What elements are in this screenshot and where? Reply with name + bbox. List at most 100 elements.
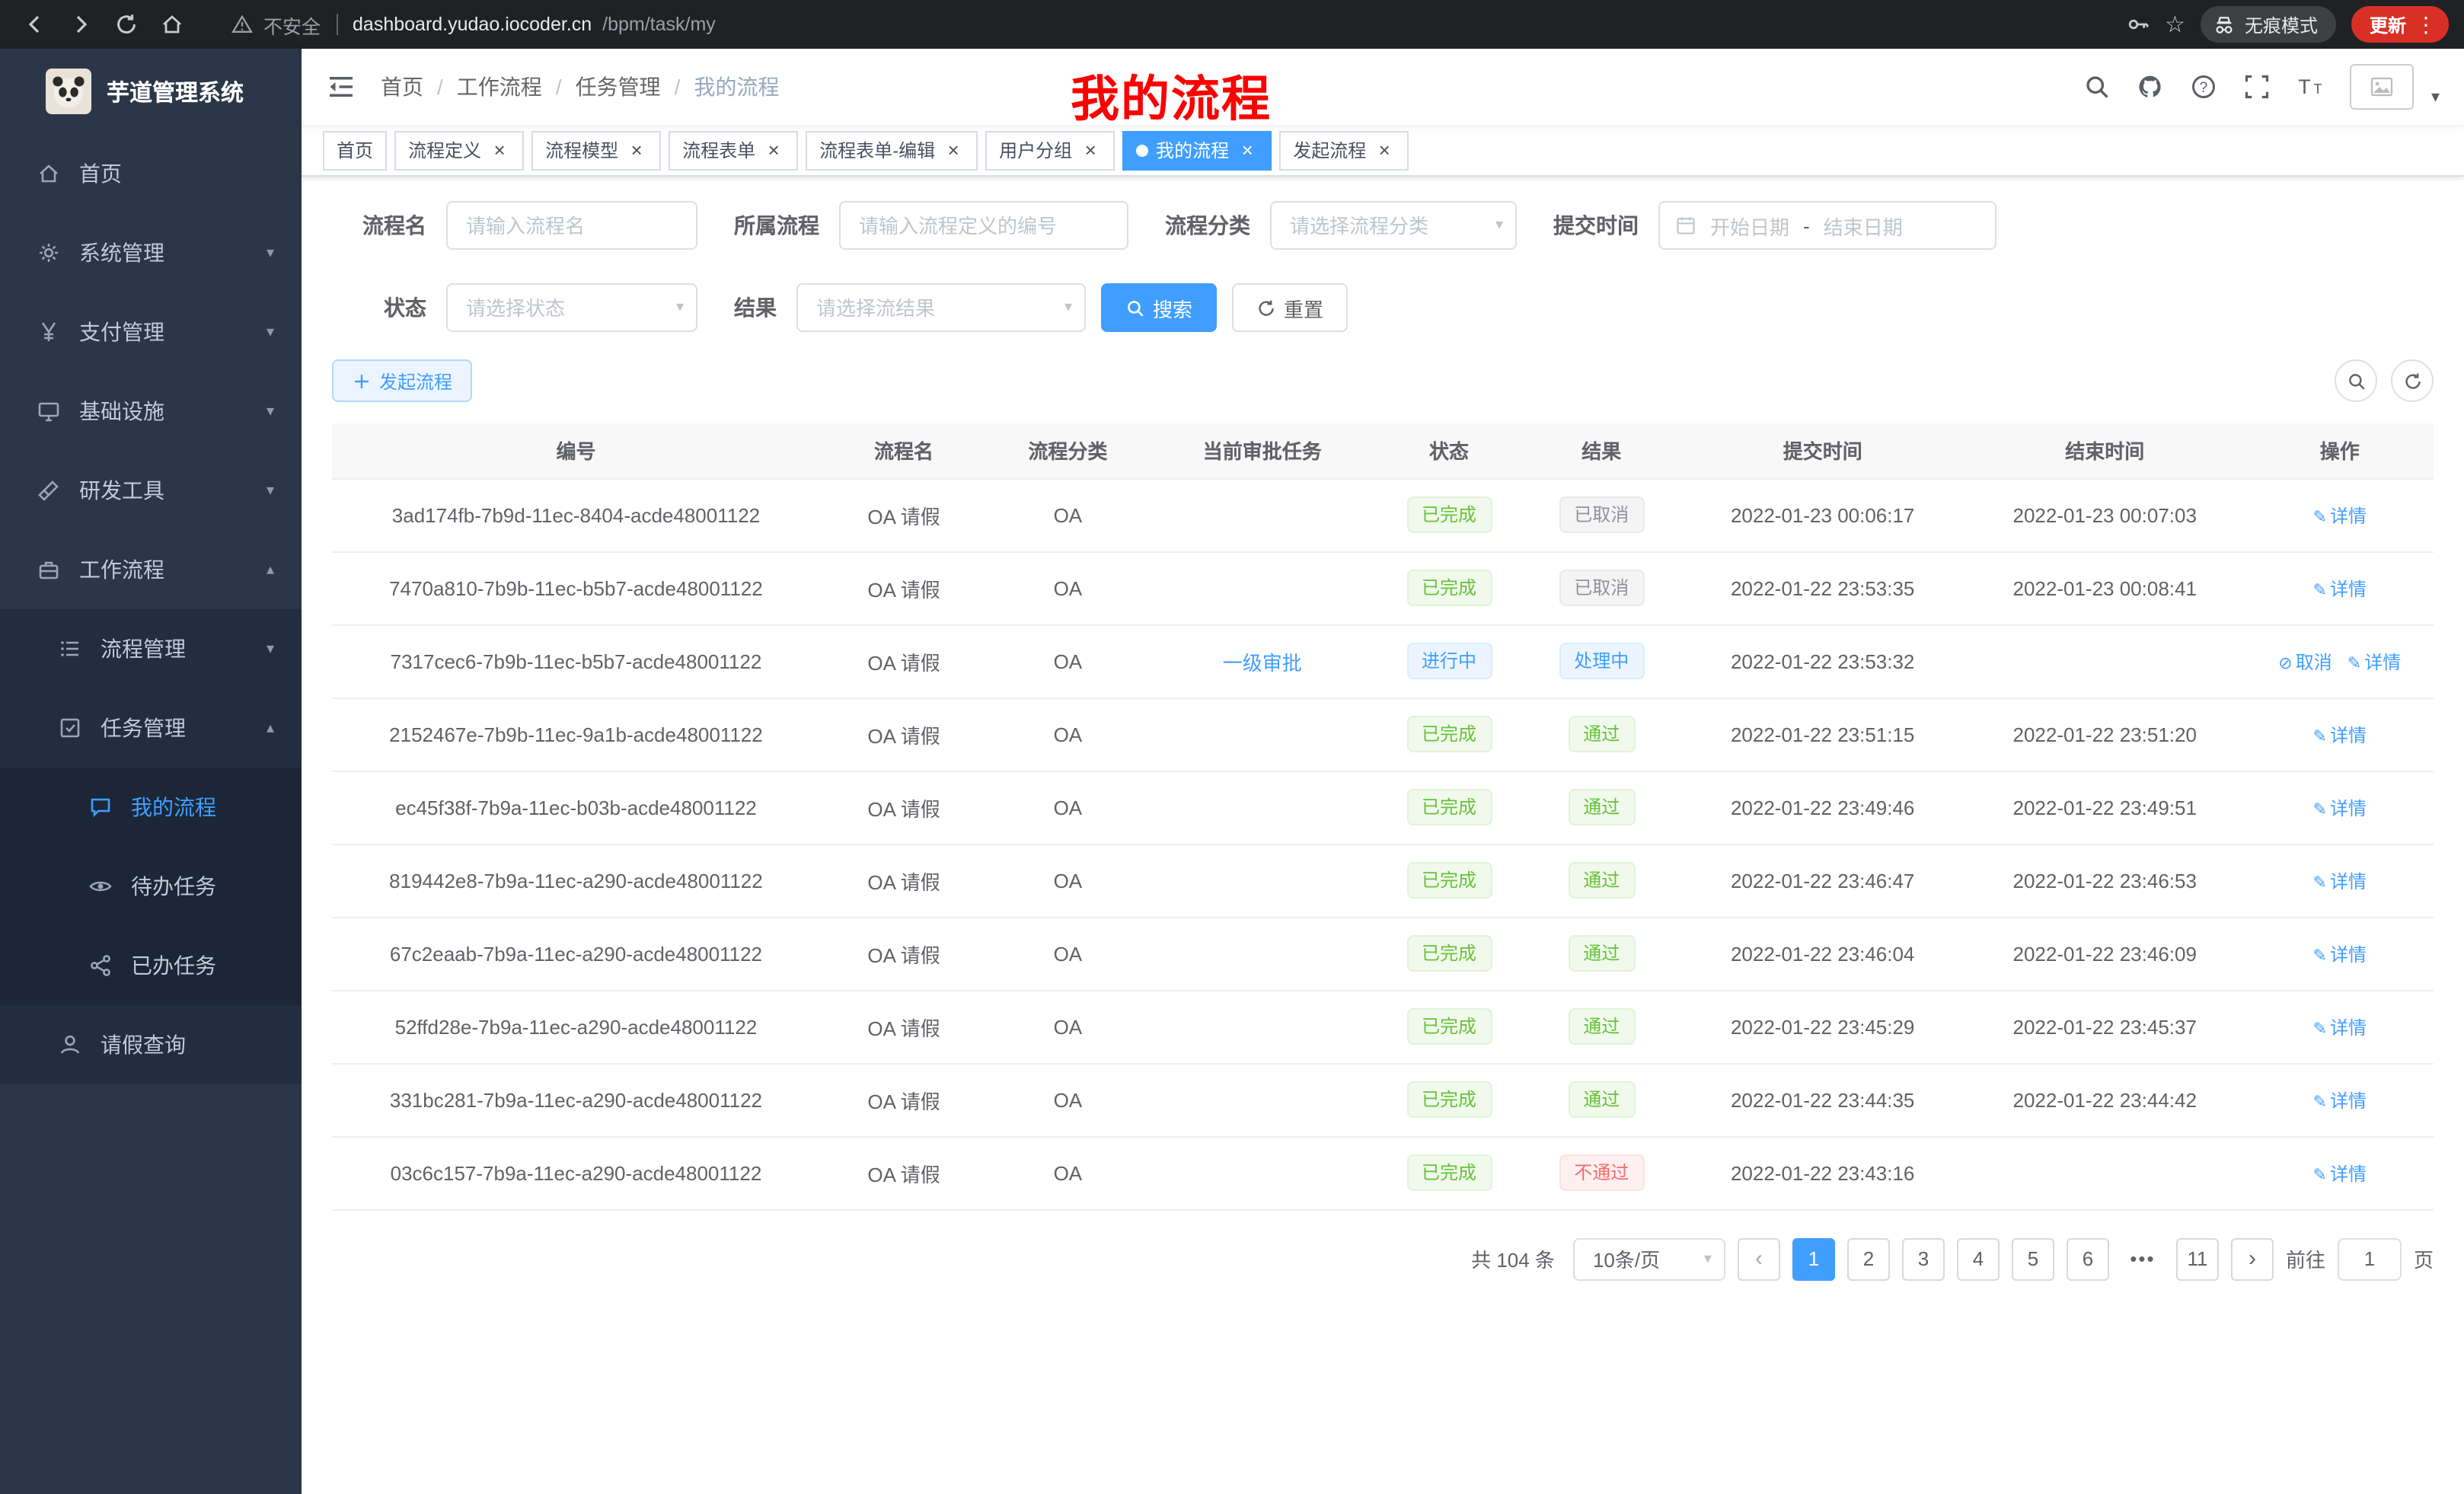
sidebar-item-leave-query[interactable]: 请假查询 [0, 1005, 302, 1084]
sidebar-item-task-management[interactable]: 任务管理▴ [0, 688, 302, 768]
calendar-icon [1675, 215, 1696, 236]
tab-process-model[interactable]: 流程模型× [531, 130, 661, 170]
sidebar-item-process-management[interactable]: 流程管理▾ [0, 609, 302, 688]
avatar[interactable] [2351, 64, 2415, 110]
detail-link[interactable]: ✎详情 [2313, 1163, 2367, 1184]
tab-process-form[interactable]: 流程表单× [669, 130, 798, 170]
detail-link[interactable]: ✎详情 [2313, 1017, 2367, 1038]
back-icon[interactable] [15, 5, 55, 44]
cell-id: 67c2eaab-7b9a-11ec-a290-acde48001122 [332, 917, 820, 990]
parent-process-input[interactable] [839, 201, 1128, 250]
close-icon[interactable]: × [1237, 139, 1258, 161]
font-size-icon[interactable]: TT [2297, 73, 2325, 101]
breadcrumb-item[interactable]: 任务管理 [576, 72, 661, 102]
sidebar-item-workflow[interactable]: 工作流程▴ [0, 530, 302, 609]
create-process-button[interactable]: 发起流程 [332, 359, 472, 402]
sidebar-item-my-process[interactable]: 我的流程 [0, 768, 302, 847]
cancel-link[interactable]: ⊘取消 [2278, 651, 2332, 672]
browser-update-button[interactable]: 更新 ⋮ [2351, 6, 2449, 43]
menu-dots-icon[interactable]: ⋮ [2415, 11, 2437, 37]
detail-link[interactable]: ✎详情 [2313, 578, 2367, 599]
sidebar-item-dev-tools[interactable]: 研发工具▾ [0, 451, 302, 530]
tab-my-process[interactable]: 我的流程× [1122, 130, 1272, 170]
bookmark-star-icon[interactable]: ☆ [2165, 13, 2185, 36]
close-icon[interactable]: × [1374, 139, 1395, 161]
submit-time-range-picker[interactable]: 开始日期 - 结束日期 [1658, 201, 1996, 250]
process-category-select[interactable]: ▾ [1270, 201, 1517, 250]
result-select-input[interactable] [796, 283, 1086, 332]
toggle-search-button[interactable] [2335, 359, 2377, 402]
page-size-input[interactable] [1573, 1237, 1725, 1280]
breadcrumb-item[interactable]: 工作流程 [457, 72, 542, 102]
close-icon[interactable]: × [763, 139, 784, 161]
page-button-11[interactable]: 11 [2176, 1237, 2219, 1280]
process-category-select-input[interactable] [1270, 201, 1517, 250]
menu-fold-icon[interactable] [326, 72, 356, 102]
key-icon[interactable] [2125, 12, 2150, 37]
sidebar-item-done-tasks[interactable]: 已办任务 [0, 926, 302, 1005]
chevron-down-icon[interactable]: ▾ [2431, 87, 2440, 110]
detail-link[interactable]: ✎详情 [2313, 870, 2367, 892]
page-button-1[interactable]: 1 [1792, 1237, 1835, 1280]
goto-page-input[interactable] [2338, 1237, 2402, 1280]
table-row: ec45f38f-7b9a-11ec-b03b-acde48001122OA 请… [332, 771, 2434, 844]
detail-link[interactable]: ✎详情 [2313, 505, 2367, 526]
detail-link[interactable]: ✎详情 [2313, 724, 2367, 745]
task-link[interactable]: 一级审批 [1223, 651, 1302, 674]
result-select[interactable]: ▾ [796, 283, 1086, 332]
detail-link[interactable]: ✎详情 [2313, 943, 2367, 965]
close-icon[interactable]: × [943, 139, 964, 161]
github-icon[interactable] [2137, 73, 2165, 101]
cell-category: OA [988, 1136, 1147, 1209]
next-page-button[interactable]: › [2231, 1237, 2274, 1280]
cell-submit-time: 2022-01-22 23:53:32 [1681, 624, 1964, 698]
breadcrumb-item[interactable]: 首页 [381, 72, 423, 102]
sidebar-item-label: 工作流程 [79, 554, 164, 585]
address-bar[interactable]: 不安全 dashboard.yudao.iocoder.cn/bpm/task/… [231, 10, 2119, 39]
cell-result: 通过 [1521, 771, 1681, 844]
process-name-input[interactable] [446, 201, 697, 250]
sidebar-item-system[interactable]: 系统管理▾ [0, 213, 302, 292]
page-button-3[interactable]: 3 [1902, 1237, 1945, 1280]
close-icon[interactable]: × [489, 139, 510, 161]
sidebar-item-label: 研发工具 [79, 475, 164, 506]
status-select[interactable]: ▾ [446, 283, 697, 332]
fullscreen-icon[interactable] [2244, 73, 2271, 101]
close-icon[interactable]: × [1080, 139, 1101, 161]
tab-process-definition[interactable]: 流程定义× [394, 130, 524, 170]
home-icon[interactable] [152, 5, 192, 44]
tab-start-process[interactable]: 发起流程× [1279, 130, 1409, 170]
sidebar-item-infrastructure[interactable]: 基础设施▾ [0, 372, 302, 451]
detail-link[interactable]: ✎详情 [2348, 651, 2401, 672]
column-header-status: 状态 [1377, 423, 1521, 478]
detail-link[interactable]: ✎详情 [2313, 1090, 2367, 1111]
page-ellipsis[interactable]: ••• [2121, 1237, 2164, 1280]
page-button-2[interactable]: 2 [1847, 1237, 1890, 1280]
page-button-6[interactable]: 6 [2067, 1237, 2109, 1280]
status-select-input[interactable] [446, 283, 697, 332]
help-icon[interactable]: ? [2191, 73, 2218, 101]
tab-user-group[interactable]: 用户分组× [985, 130, 1115, 170]
search-button[interactable]: 搜索 [1101, 283, 1217, 332]
forward-icon[interactable] [61, 5, 101, 44]
page-size-select[interactable]: ▾ [1573, 1237, 1725, 1280]
start-date-placeholder: 开始日期 [1710, 211, 1789, 240]
reload-icon[interactable] [107, 5, 146, 44]
reset-button[interactable]: 重置 [1232, 283, 1348, 332]
search-icon[interactable] [2084, 73, 2111, 101]
sidebar-item-payment[interactable]: 支付管理▾ [0, 292, 302, 372]
tab-home[interactable]: 首页 [323, 130, 387, 170]
tab-process-form-edit[interactable]: 流程表单-编辑× [806, 130, 978, 170]
refresh-icon [2402, 371, 2422, 391]
close-icon[interactable]: × [626, 139, 647, 161]
prev-page-button[interactable]: ‹ [1738, 1237, 1780, 1280]
app-logo[interactable]: 芋道管理系统 [0, 49, 302, 134]
edit-icon: ✎ [2313, 508, 2327, 526]
refresh-table-button[interactable] [2391, 359, 2434, 402]
goto-label: 前往 [2286, 1244, 2325, 1273]
detail-link[interactable]: ✎详情 [2313, 797, 2367, 819]
sidebar-item-home[interactable]: 首页 [0, 134, 302, 213]
page-button-5[interactable]: 5 [2012, 1237, 2054, 1280]
sidebar-item-todo-tasks[interactable]: 待办任务 [0, 847, 302, 926]
page-button-4[interactable]: 4 [1957, 1237, 2000, 1280]
